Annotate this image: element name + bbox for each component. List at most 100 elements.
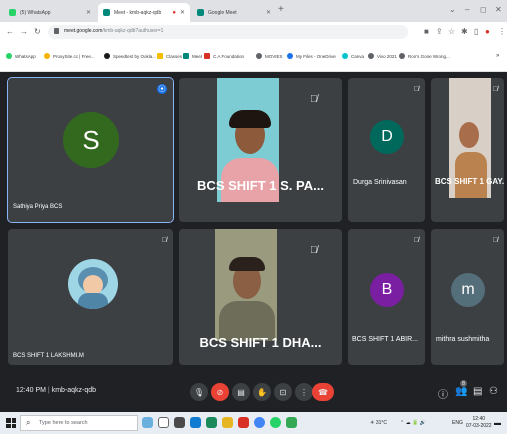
system-tray-icons[interactable]: ⌃ ☁ 🔋 🔊 [400,420,426,426]
bookmark-item[interactable]: Canva [342,53,364,59]
mic-muted-icon: 🎙̸ [310,94,318,105]
more-bookmarks-icon[interactable]: » [496,53,499,59]
address-row: ← → ↻ meet.google.com/kmb-aqkz-qdb?authu… [0,22,507,42]
participant-tile[interactable]: 🎙̸ BCS SHIFT 1 LAKSHMI.M [8,229,173,365]
reload-icon[interactable]: ↻ [34,27,41,36]
file-explorer-icon[interactable] [222,417,233,428]
calculator-icon[interactable] [174,417,185,428]
whatsapp-icon [9,9,16,16]
bookmark-item[interactable]: ProxySite.cc | Free... [44,53,95,59]
camera-in-use-icon[interactable]: ■ [424,27,429,36]
bookmark-item[interactable]: WhatsApp [6,53,36,59]
mic-muted-icon: 🎙̸ [413,237,419,244]
profile-avatar-icon[interactable]: ● [485,27,490,36]
close-tab-icon[interactable]: ✕ [266,9,271,16]
weather-icon[interactable]: ☀ 31°C [370,420,387,426]
back-icon[interactable]: ← [6,27,14,36]
language-indicator[interactable]: ENG [452,420,463,426]
windows-start-icon[interactable] [6,418,16,428]
participant-tile[interactable]: 🎙̸ BCS SHIFT 1 S. PA... [179,78,342,222]
app-icon[interactable] [238,417,249,428]
present-button[interactable]: ⊡ [274,383,292,401]
participant-tile[interactable]: S ⦿ Sathiya Priya BCS [7,77,174,223]
people-count-badge: 8 [460,380,467,387]
more-options-button[interactable]: ⋮ [295,383,313,401]
forward-icon[interactable]: → [20,27,28,36]
participant-tile[interactable]: 🎙̸ BCS SHIFT 1 DHA... [179,229,342,365]
maximize-button[interactable]: ◻ [480,5,487,14]
address-bar[interactable]: meet.google.com/kmb-aqkz-qdb?authuser=1 [48,25,408,39]
participant-tile[interactable]: B 🎙̸ BCS SHIFT 1 ABIR... [348,229,425,365]
share-icon[interactable]: ⇪ [436,27,443,36]
browser-tab-bar: (5) WhatsApp ✕ Meet - kmb-aqkz-qdb ● ✕ G… [0,0,507,22]
cortana-icon[interactable] [142,417,153,428]
bookmark-icon [104,53,110,59]
meeting-time: 12:40 PM [16,387,46,394]
new-tab-button[interactable]: + [278,4,284,15]
participant-video-face [459,122,479,148]
extensions-icon[interactable]: ✱ [461,27,468,36]
close-tab-icon[interactable]: ✕ [86,9,91,16]
raise-hand-button[interactable]: ✋ [253,383,271,401]
task-view-icon[interactable] [158,417,169,428]
tab-whatsapp[interactable]: (5) WhatsApp ✕ [4,3,96,22]
people-icon[interactable]: 👥 [455,386,467,397]
search-placeholder: Type here to search [39,420,88,426]
taskbar-clock[interactable]: 12:40 07-03-2022 [466,416,492,430]
store-icon[interactable] [206,417,217,428]
bookmark-icon [204,53,210,59]
chat-icon[interactable]: ▤ [473,386,482,397]
meet-icon [103,9,110,16]
close-window-button[interactable]: ✕ [495,5,502,14]
meet-icon [183,53,189,59]
onedrive-icon [287,53,293,59]
bookmark-item[interactable]: Classes [157,53,182,59]
leave-call-button[interactable]: ☎ [312,383,334,401]
participant-avatar: m [451,273,485,307]
meeting-details-icon[interactable]: ⓘ [438,386,448,401]
microphone-button[interactable]: 🎙 [190,383,208,401]
taskbar-search-box[interactable]: ⌕ Type here to search [20,415,138,431]
canva-icon [342,53,348,59]
bookmark-star-icon[interactable]: ☆ [448,27,455,36]
edge-icon[interactable] [190,417,201,428]
bookmark-item[interactable]: MOVIES [256,53,283,59]
mic-muted-icon: 🎙̸ [413,86,419,93]
participant-name: BCS SHIFT 1 ABIR... [352,336,419,343]
tab-search-icon[interactable]: ⌄ [449,5,456,14]
participant-name: BCS SHIFT 1 S. PA... [197,178,324,193]
recording-icon: ● [172,9,176,16]
minimize-button[interactable]: – [465,5,469,14]
bookmarks-bar: WhatsApp ProxySite.cc | Free... Speedtes… [0,42,507,72]
activities-icon[interactable]: ⚇ [489,386,498,397]
participant-tile[interactable]: D 🎙̸ Durga Srinivasan [348,78,425,222]
bookmark-item[interactable]: C.A Foundation [204,53,244,59]
chrome-icon[interactable] [254,417,265,428]
close-tab-icon[interactable]: ✕ [180,9,185,16]
tab-meet[interactable]: Meet - kmb-aqkz-qdb ● ✕ [98,3,190,22]
menu-icon[interactable]: ⋮ [498,27,506,36]
meet-control-bar: 12:40 PM | kmb-aqkz-qdb 🎙 ⊘ ▤ ✋ ⊡ ⋮ ☎ ⓘ … [0,372,507,412]
windows-taskbar: ⌕ Type here to search ☀ 31°C ⌃ ☁ 🔋 🔊 ENG… [0,412,507,434]
participant-avatar: D [370,120,404,154]
mic-muted-icon: 🎙̸ [161,237,167,244]
bookmark-item[interactable]: Meet [183,53,202,59]
bookmark-item[interactable]: Ron's Gone Wrong... [399,53,450,59]
tab-google-meet[interactable]: Google Meet ✕ [192,3,276,22]
bookmark-item[interactable]: Vivo 2021 [368,53,397,59]
whatsapp-icon[interactable] [270,417,281,428]
search-icon: ⌕ [26,418,31,427]
app-icon[interactable] [286,417,297,428]
camera-off-button[interactable]: ⊘ [211,383,229,401]
notifications-icon[interactable]: ▬ [494,420,501,427]
bookmark-item[interactable]: Speedtest by Ookla... [104,53,156,59]
mic-muted-icon: 🎙̸ [310,245,318,256]
sidebar-icon[interactable]: ▯ [474,27,478,36]
url-path: /kmb-aqkz-qdb?authuser=1 [102,28,164,34]
participant-tile[interactable]: m 🎙̸ mithra sushmitha [431,229,504,365]
bookmark-item[interactable]: My Files - OneDrive [287,53,336,59]
participant-tile[interactable]: 🎙̸ BCS SHIFT 1 GAY... [431,78,504,222]
participant-name: Sathiya Priya BCS [13,204,63,210]
captions-button[interactable]: ▤ [232,383,250,401]
bookmark-icon [44,53,50,59]
